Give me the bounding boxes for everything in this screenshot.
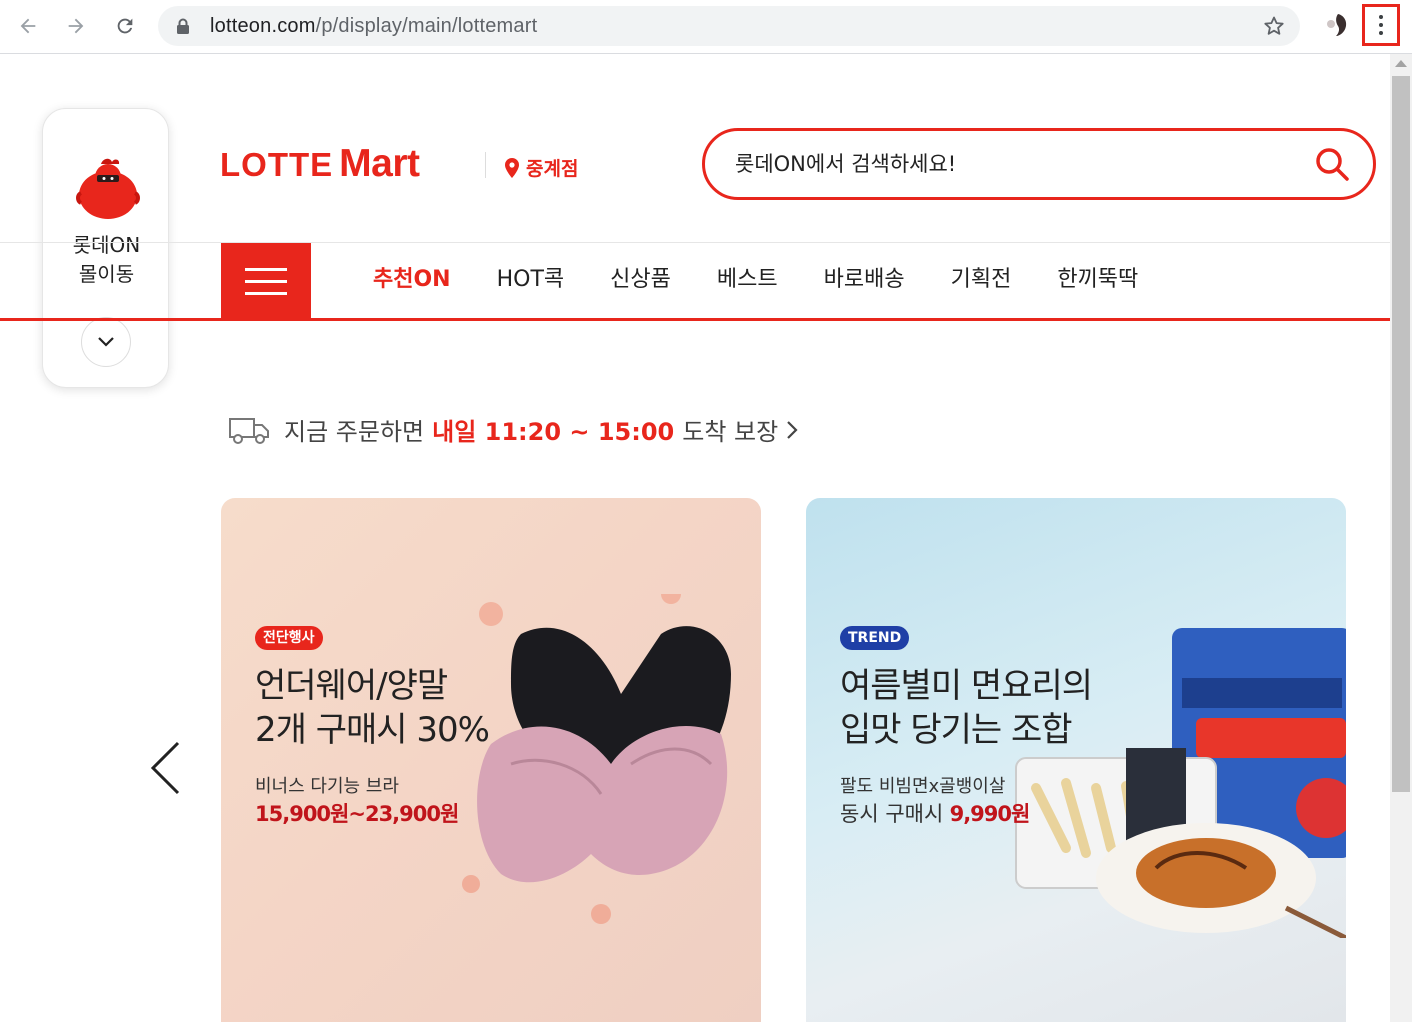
browser-menu-button[interactable]	[1362, 4, 1400, 46]
mall-switch-widget[interactable]: 롯데ON 몰이동	[42, 108, 169, 388]
bra-product-image	[462, 594, 731, 924]
reload-icon	[117, 18, 133, 34]
hamburger-line	[245, 291, 287, 295]
promo-banner-underwear[interactable]: 전단행사 언더웨어/양말 2개 구매시 30% 비너스 다기능 브라 15,90…	[221, 498, 761, 1022]
profile-avatar[interactable]	[1320, 10, 1352, 42]
banner-title: 여름별미 면요리의 입맛 당기는 조합	[840, 666, 1093, 750]
category-menu-button[interactable]	[221, 243, 311, 319]
menu-dot	[1379, 31, 1383, 35]
reload-button[interactable]	[107, 8, 143, 44]
carousel-prev-arrow-icon[interactable]	[148, 740, 182, 796]
hamburger-line	[245, 267, 287, 271]
delivery-time: 내일 11:20 ~ 15:00	[432, 418, 675, 446]
delivery-prefix: 지금 주문하면	[284, 418, 425, 446]
banner-price: 동시 구매시 9,990원	[840, 798, 1031, 828]
header-divider	[0, 242, 1390, 243]
banner-title: 언더웨어/양말 2개 구매시 30%	[255, 666, 490, 750]
forward-button[interactable]	[58, 8, 94, 44]
chevron-right-icon	[787, 420, 798, 439]
tab-promotions[interactable]: 기획전	[928, 244, 1035, 316]
search-icon[interactable]	[1313, 145, 1351, 183]
arrow-left-icon	[20, 18, 36, 34]
scrollbar-thumb[interactable]	[1392, 76, 1410, 792]
widget-label: 롯데ON 몰이동	[72, 233, 141, 286]
chevron-down-icon	[98, 337, 114, 347]
bookmark-star-icon[interactable]	[1262, 14, 1286, 38]
scroll-up-arrow-icon[interactable]	[1395, 60, 1407, 67]
url-path: /p/display/main/lottemart	[315, 15, 538, 37]
page-content: 롯데ON 몰이동 LOTTEMart 중계점 추천ON HOT콕 신상품 베스트…	[0, 54, 1390, 1022]
back-button[interactable]	[10, 8, 46, 44]
delivery-guarantee-link[interactable]: 지금 주문하면 내일 11:20 ~ 15:00 도착 보장	[228, 412, 798, 447]
mascot-icon	[76, 158, 140, 219]
logo-divider	[485, 152, 486, 178]
delivery-suffix: 도착 보장	[682, 418, 779, 446]
arrow-right-icon	[68, 18, 84, 34]
tab-meals[interactable]: 한끼뚝딱	[1034, 244, 1161, 316]
avatar-icon	[1320, 10, 1352, 42]
banner-price-value: 9,990원	[949, 802, 1031, 826]
tab-quick-delivery[interactable]: 바로배송	[801, 244, 928, 316]
store-name: 중계점	[526, 158, 579, 180]
logo-lotte: LOTTE	[220, 146, 334, 183]
banner-subtitle: 팔도 비빔면x골뱅이살	[840, 776, 1006, 797]
hamburger-line	[245, 279, 287, 283]
banner-price: 15,900원~23,900원	[255, 802, 459, 826]
search-input[interactable]	[735, 149, 1295, 179]
promo-banner-noodles[interactable]: TREND 여름별미 면요리의 입맛 당기는 조합 팔도 비빔면x골뱅이살 동시…	[806, 498, 1346, 1022]
event-badge: 전단행사	[255, 626, 323, 650]
tab-best[interactable]: 베스트	[694, 244, 801, 316]
store-selector[interactable]: 중계점	[504, 154, 578, 181]
tabs-underline	[0, 318, 1390, 321]
tab-new[interactable]: 신상품	[587, 244, 694, 316]
truck-icon	[229, 417, 269, 444]
menu-dot	[1379, 15, 1383, 19]
search-box	[702, 128, 1376, 200]
banner-subtitle: 비너스 다기능 브라	[255, 776, 399, 797]
widget-expand-button[interactable]	[81, 317, 131, 367]
tab-recommend[interactable]: 추천ON	[350, 244, 474, 316]
location-pin-icon	[505, 157, 519, 178]
menu-dot	[1379, 23, 1383, 27]
main-tabs: 추천ON HOT콕 신상품 베스트 바로배송 기획전 한끼뚝딱	[350, 244, 1161, 316]
noodle-product-image	[1015, 628, 1346, 938]
banner-price-prefix: 동시 구매시	[840, 802, 944, 826]
tab-hot[interactable]: HOT콕	[474, 244, 588, 316]
url-text: lotteon.com/p/display/main/lottemart	[210, 15, 537, 38]
lotte-mart-logo[interactable]: LOTTE Mart	[220, 142, 420, 186]
browser-toolbar: lotteon.com/p/display/main/lottemart	[0, 0, 1412, 54]
logo-mart: Mart	[339, 142, 420, 185]
url-host: lotteon.com	[210, 15, 316, 37]
trend-badge: TREND	[840, 626, 910, 650]
lock-icon	[177, 18, 189, 34]
address-bar[interactable]: lotteon.com/p/display/main/lottemart	[158, 6, 1300, 46]
